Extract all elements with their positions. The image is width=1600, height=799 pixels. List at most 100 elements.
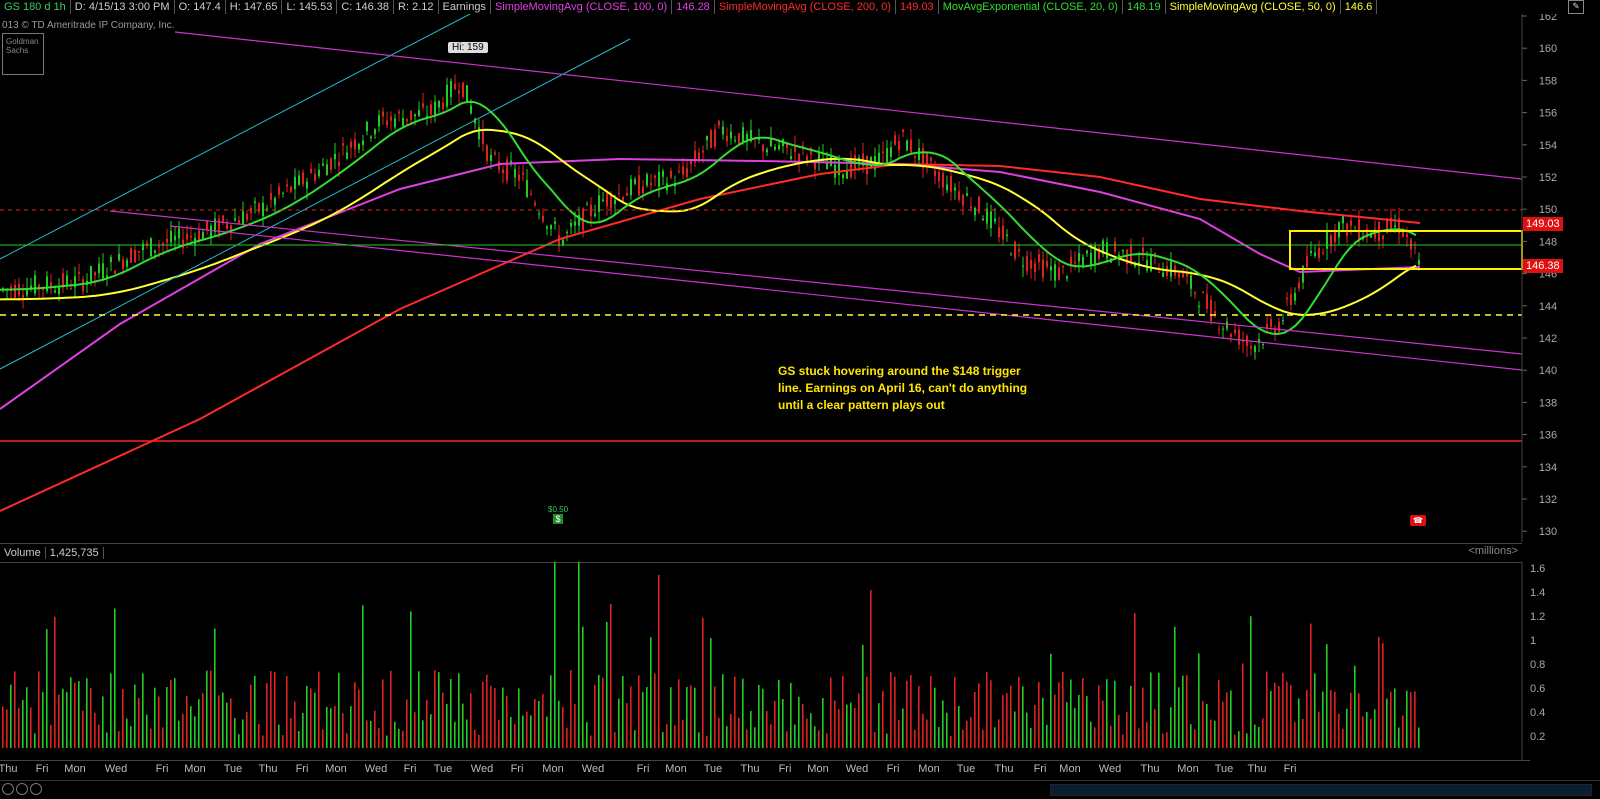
price-tick-label: 160 <box>1539 43 1557 55</box>
phone-icon[interactable]: ☎ <box>1410 515 1426 526</box>
volume-bar <box>174 678 176 748</box>
volume-bar <box>518 688 520 748</box>
volume-bar <box>750 710 752 748</box>
candle-body <box>226 223 228 229</box>
volume-bar <box>602 677 604 748</box>
volume-bar <box>970 717 972 748</box>
candle-body <box>522 172 524 175</box>
volume-bar <box>630 686 632 748</box>
volume-bar <box>262 735 264 748</box>
candle-body <box>398 111 400 114</box>
volume-bar <box>998 719 1000 748</box>
volume-bar <box>358 689 360 748</box>
volume-bar <box>578 562 580 748</box>
volume-bar <box>1362 716 1364 748</box>
sma200-study-label[interactable]: SimpleMovingAvg (CLOSE, 200, 0) <box>715 0 897 14</box>
candle-body <box>466 85 468 102</box>
volume-axis: 1.6 1.4 1.2 1 0.8 0.6 0.4 0.2 <box>1530 563 1545 743</box>
price-tick-label: 144 <box>1539 301 1557 313</box>
volume-bar <box>1410 691 1412 748</box>
volume-bar <box>1070 679 1072 748</box>
symbol-label[interactable]: GS 180 d 1h <box>0 0 71 14</box>
sma100-study-label[interactable]: SimpleMovingAvg (CLOSE, 100, 0) <box>491 0 673 14</box>
volume-bar <box>1318 711 1320 748</box>
volume-bar <box>610 603 612 748</box>
candle-body <box>318 169 320 177</box>
volume-bar <box>1038 682 1040 748</box>
volume-label[interactable]: Volume <box>0 547 46 559</box>
candle-body <box>1234 329 1236 334</box>
volume-bar <box>926 719 928 748</box>
volume-bar <box>402 730 404 748</box>
candle-body <box>1002 225 1004 240</box>
time-axis-label: Wed <box>1098 763 1122 775</box>
volume-bar <box>366 720 368 748</box>
volume-bar <box>662 732 664 748</box>
price-chart[interactable]: 1621601581561541521501481461441421401381… <box>0 14 1600 542</box>
volume-bar <box>154 687 156 748</box>
dividend-marker[interactable]: $0.50 $ <box>548 505 568 524</box>
ema20-study-label[interactable]: MovAvgExponential (CLOSE, 20, 0) <box>939 0 1123 14</box>
zoom-in-button[interactable] <box>16 783 28 795</box>
volume-bar <box>586 722 588 748</box>
volume-bar <box>282 735 284 748</box>
candle-body <box>506 159 508 181</box>
volume-bar <box>434 670 436 748</box>
candle-body <box>358 144 360 150</box>
volume-bar <box>1066 702 1068 748</box>
candle-body <box>458 90 460 94</box>
volume-bar <box>906 680 908 748</box>
chart-scrollbar[interactable] <box>1050 784 1592 796</box>
candle-body <box>802 145 804 147</box>
volume-bar <box>230 698 232 748</box>
candle-body <box>534 202 536 206</box>
volume-bar <box>1026 712 1028 748</box>
volume-bar <box>778 679 780 748</box>
candle-body <box>766 149 768 153</box>
volume-tick-label: 0.6 <box>1530 683 1545 695</box>
candle-body <box>250 207 252 214</box>
candle-body <box>82 279 84 292</box>
candle-body <box>1222 328 1224 330</box>
volume-bar <box>178 720 180 748</box>
candle-body <box>366 121 368 132</box>
volume-bar <box>566 727 568 748</box>
volume-bar <box>1054 694 1056 748</box>
volume-bar <box>1270 690 1272 748</box>
candle-body <box>954 187 956 191</box>
candle-body <box>326 164 328 176</box>
chart-annotation-note[interactable]: GS stuck hovering around the $148 trigge… <box>778 363 1058 414</box>
volume-bar <box>438 672 440 748</box>
candle-body <box>322 163 324 166</box>
volume-bar <box>1046 724 1048 748</box>
candle-body <box>530 193 532 195</box>
volume-bar <box>1214 720 1216 748</box>
volume-bar <box>654 673 656 748</box>
volume-bar <box>1226 692 1228 748</box>
sma50-study-label[interactable]: SimpleMovingAvg (CLOSE, 50, 0) <box>1166 0 1341 14</box>
candle-body <box>350 141 352 148</box>
candle-body <box>638 175 640 196</box>
volume-bar <box>314 692 316 748</box>
drawing-tool-icon[interactable]: ✎ <box>1568 0 1584 14</box>
volume-bar <box>634 730 636 748</box>
volume-chart[interactable]: 1.6 1.4 1.2 1 0.8 0.6 0.4 0.2 <box>0 562 1600 760</box>
candle-body <box>686 168 688 177</box>
candle-body <box>618 192 620 194</box>
candle-body <box>826 163 828 170</box>
zoom-out-button[interactable] <box>2 783 14 795</box>
volume-bar <box>338 672 340 748</box>
volume-bar <box>214 628 216 748</box>
candle-body <box>1214 311 1216 315</box>
candle-body <box>282 192 284 194</box>
volume-bar <box>1098 685 1100 748</box>
volume-bar <box>798 696 800 748</box>
volume-bar <box>414 712 416 748</box>
pan-button[interactable] <box>30 783 42 795</box>
volume-bar <box>546 716 548 748</box>
earnings-label[interactable]: Earnings <box>439 0 491 14</box>
volume-bar <box>538 701 540 748</box>
price-tick-label: 158 <box>1539 75 1557 87</box>
candle-body <box>942 173 944 188</box>
candle-body <box>518 174 520 181</box>
